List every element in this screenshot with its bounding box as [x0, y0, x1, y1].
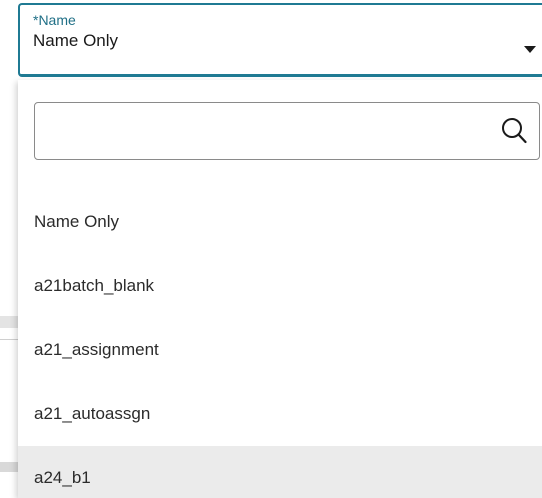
list-item-name-only[interactable]: Name Only: [18, 190, 542, 254]
background-fragment: [0, 462, 18, 472]
name-select-label: *Name: [33, 12, 76, 28]
background-divider: [0, 339, 18, 340]
caret-down-icon[interactable]: [524, 46, 536, 53]
search-box[interactable]: [34, 102, 540, 160]
list-item-a21-assignment[interactable]: a21_assignment: [18, 318, 542, 382]
list-item-a24-b1[interactable]: a24_b1: [18, 446, 542, 498]
search-icon[interactable]: [501, 117, 527, 145]
page: *Name Name Only Name Only a21batch_blank…: [0, 0, 542, 498]
list-item-a21batch-blank[interactable]: a21batch_blank: [18, 254, 542, 318]
background-fragment: [0, 316, 18, 328]
name-select-value: Name Only: [33, 31, 119, 50]
dropdown-panel: Name Only a21batch_blank a21_assignment …: [18, 80, 542, 498]
name-select[interactable]: *Name Name Only: [18, 3, 542, 77]
list-item-a21-autoassgn[interactable]: a21_autoassgn: [18, 382, 542, 446]
option-list: Name Only a21batch_blank a21_assignment …: [18, 190, 542, 498]
search-input[interactable]: [45, 111, 489, 153]
